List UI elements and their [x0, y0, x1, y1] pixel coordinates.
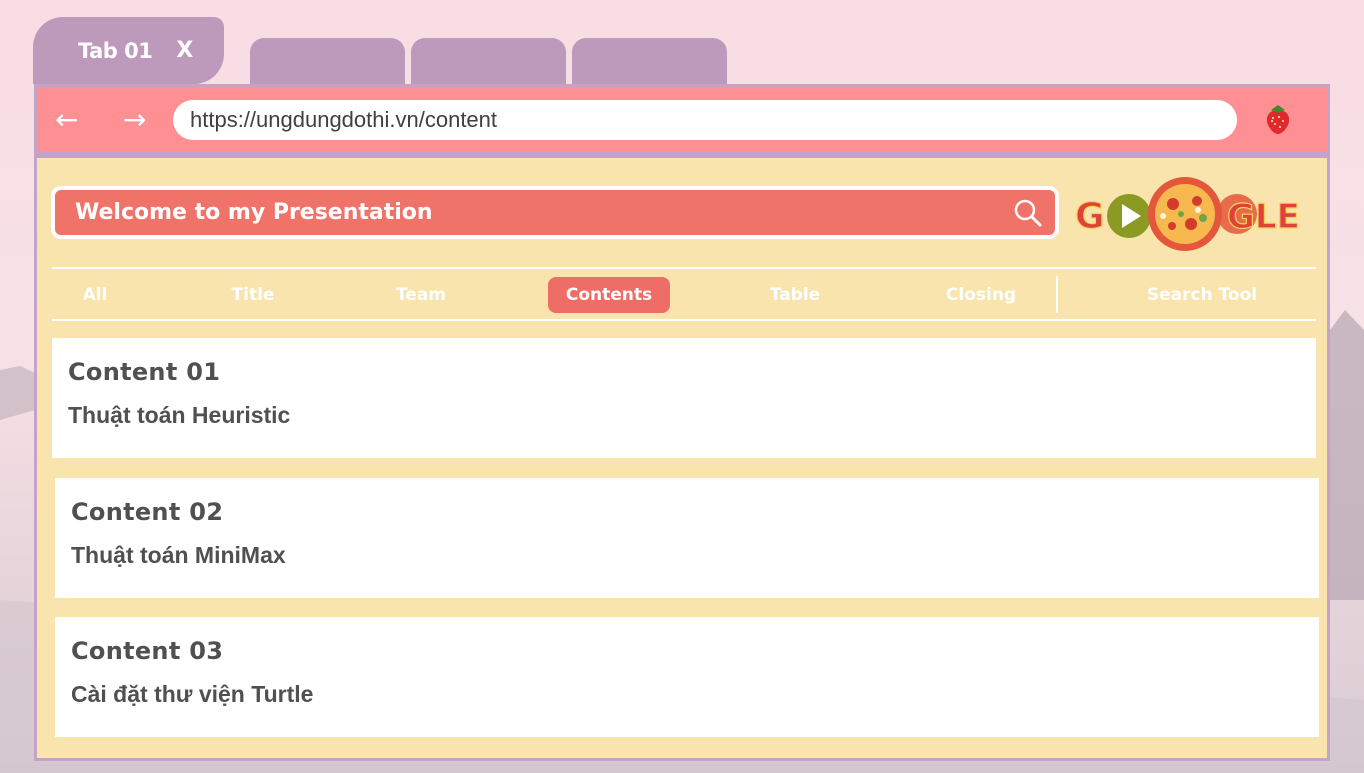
search-title: Welcome to my Presentation [75, 200, 433, 225]
tab-2[interactable] [250, 38, 405, 84]
card-text: Thuật toán Heuristic [68, 402, 291, 428]
card-heading: Content 02 [71, 498, 224, 526]
card-heading: Content 01 [68, 358, 221, 386]
tab-table[interactable]: Table [762, 277, 828, 313]
svg-text:GLE: GLE [1227, 197, 1300, 237]
content-card[interactable]: Content 02 Thuật toán MiniMax [55, 478, 1319, 598]
tab-title[interactable]: Title [223, 277, 283, 313]
strawberry-icon[interactable] [1263, 102, 1293, 136]
tab-team[interactable]: Team [387, 277, 455, 313]
tab-3[interactable] [411, 38, 566, 84]
address-bar: ← → https://ungdungdothi.vn/content [34, 84, 1330, 155]
tab-all[interactable]: All [73, 277, 117, 313]
content-card[interactable]: Content 01 Thuật toán Heuristic [52, 338, 1316, 458]
search-tool-button[interactable]: Search Tool [1137, 277, 1267, 313]
menu-top-divider [52, 267, 1316, 269]
search-bar[interactable]: Welcome to my Presentation [51, 186, 1059, 239]
card-text: Cài đặt thư viện Turtle [71, 681, 314, 707]
tab-label: Tab 01 [78, 38, 153, 63]
card-heading: Content 03 [71, 637, 224, 665]
menu-separator [1056, 276, 1058, 313]
tab-active[interactable]: Tab 01 X [33, 17, 224, 84]
content-card[interactable]: Content 03 Cài đặt thư viện Turtle [55, 617, 1319, 737]
url-input[interactable]: https://ungdungdothi.vn/content [173, 100, 1237, 140]
search-icon[interactable] [1013, 198, 1043, 228]
google-doodle-logo[interactable]: G GLE [1073, 166, 1309, 256]
tab-close-button[interactable]: X [176, 38, 193, 63]
card-text: Thuật toán MiniMax [71, 542, 286, 568]
back-arrow-icon[interactable]: ← [55, 100, 78, 140]
content-panel: Welcome to my Presentation G GLE All Tit… [34, 155, 1330, 761]
menu-bottom-divider [52, 319, 1316, 321]
tab-contents[interactable]: Contents [548, 277, 670, 313]
tab-closing[interactable]: Closing [937, 277, 1025, 313]
svg-text:G: G [1075, 196, 1105, 237]
forward-arrow-icon[interactable]: → [123, 100, 146, 140]
tab-4[interactable] [572, 38, 727, 84]
